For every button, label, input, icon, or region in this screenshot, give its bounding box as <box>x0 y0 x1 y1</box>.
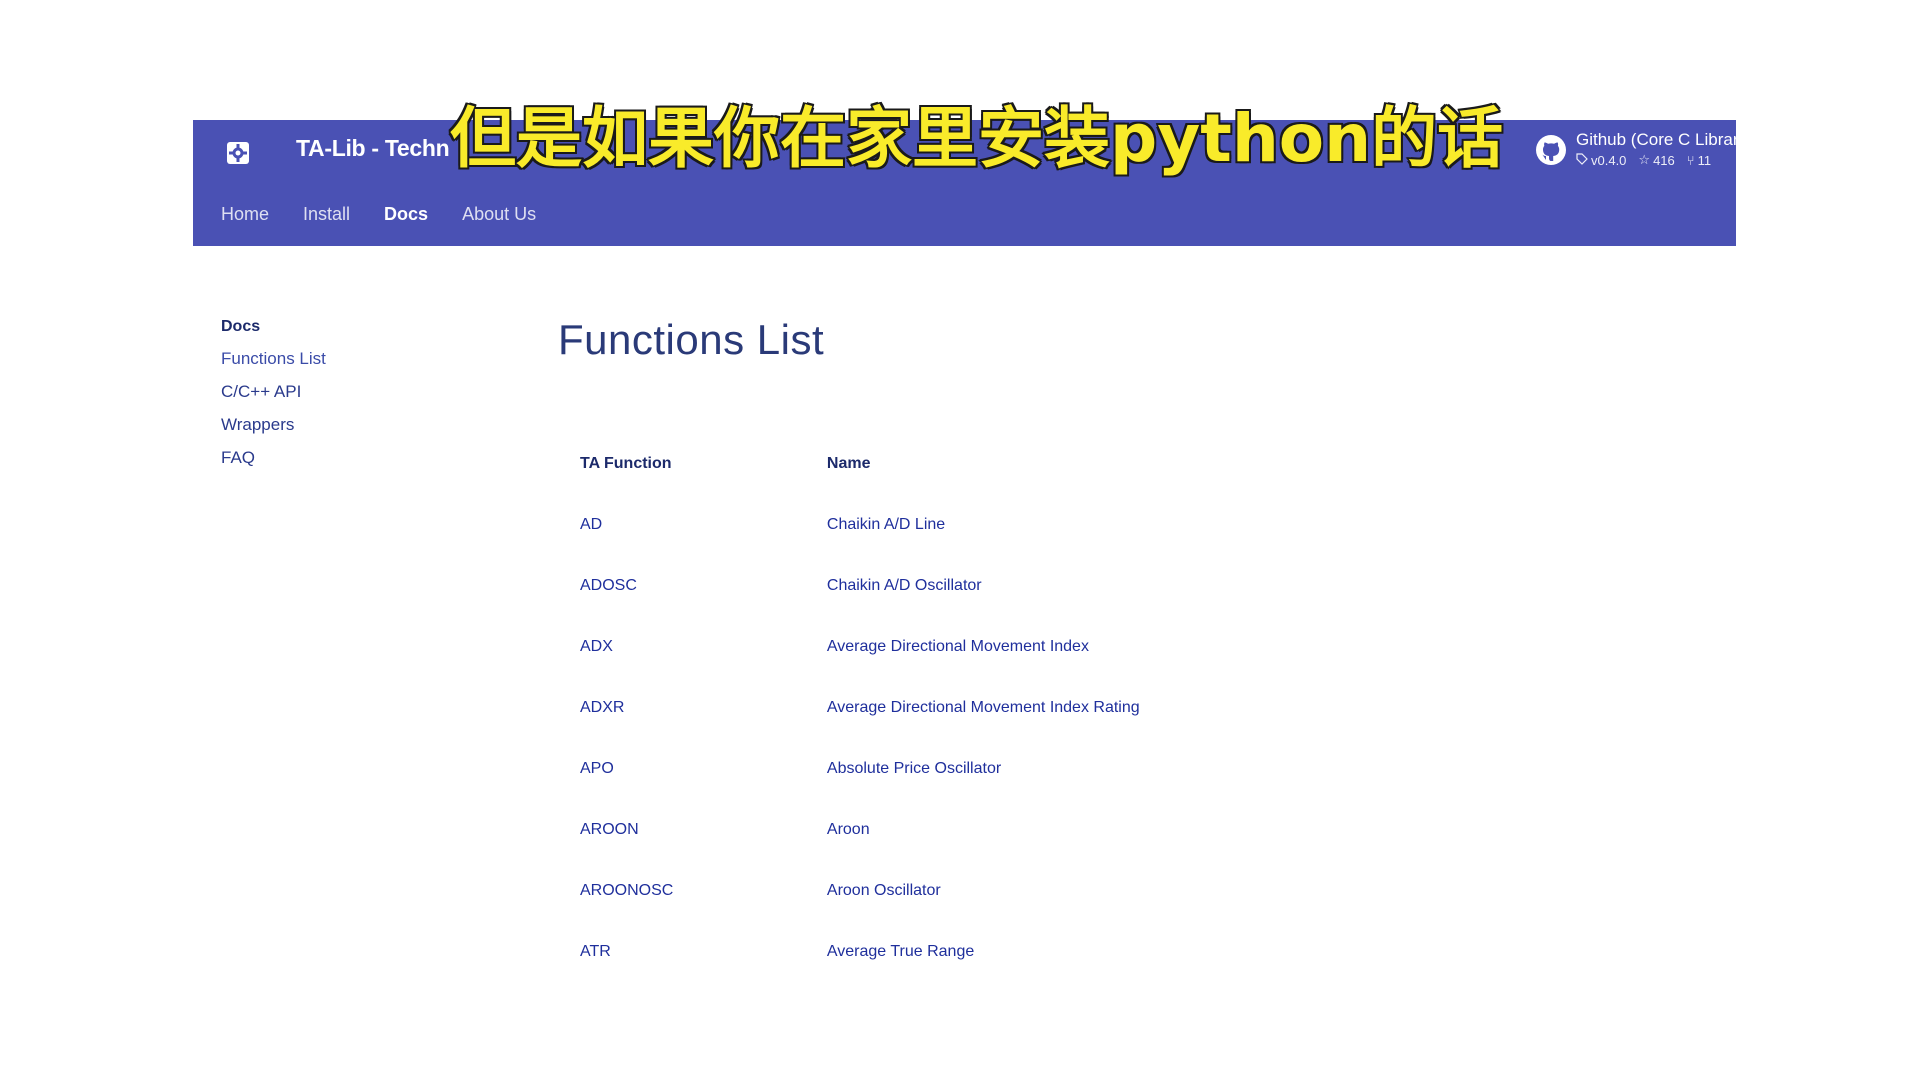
tab-home[interactable]: Home <box>221 204 269 225</box>
top-nav-tabs: Home Install Docs About Us <box>221 204 536 225</box>
table-row: AROON Aroon <box>558 799 1458 860</box>
tab-about-us[interactable]: About Us <box>462 204 536 225</box>
function-name-link[interactable]: Average Directional Movement Index <box>805 616 1458 677</box>
table-row: APO Absolute Price Oscillator <box>558 738 1458 799</box>
sidebar-item-wrappers[interactable]: Wrappers <box>221 415 326 435</box>
function-name-link[interactable]: Average True Range <box>805 921 1458 982</box>
table-row: AD Chaikin A/D Line <box>558 494 1458 555</box>
function-name-link[interactable]: Aroon <box>805 799 1458 860</box>
repo-name: Github (Core C Library <box>1576 130 1736 149</box>
function-code-link[interactable]: AROON <box>558 799 805 860</box>
function-name-link[interactable]: Absolute Price Oscillator <box>805 738 1458 799</box>
repo-facts: v0.4.0 ☆ 416 ⑂ 11 <box>1576 152 1711 168</box>
function-code-link[interactable]: AROONOSC <box>558 860 805 921</box>
repo-forks-count: 11 <box>1697 152 1712 168</box>
table-row: ADOSC Chaikin A/D Oscillator <box>558 555 1458 616</box>
sidebar-item-faq[interactable]: FAQ <box>221 448 326 468</box>
column-header-ta-function: TA Function <box>580 455 672 472</box>
function-code-link[interactable]: AD <box>558 494 805 555</box>
table-row: ADXR Average Directional Movement Index … <box>558 677 1458 738</box>
repo-forks: ⑂ 11 <box>1687 152 1711 168</box>
sidebar-item-functions-list[interactable]: Functions List <box>221 349 326 369</box>
repo-version: v0.4.0 <box>1576 152 1626 168</box>
site-title[interactable]: TA-Lib - Techn <box>296 135 450 162</box>
github-icon <box>1535 134 1567 171</box>
function-name-link[interactable]: Average Directional Movement Index Ratin… <box>805 677 1458 738</box>
table-header-row: TA Function Name <box>558 434 1458 494</box>
table-row: AROONOSC Aroon Oscillator <box>558 860 1458 921</box>
function-name-link[interactable]: Chaikin A/D Oscillator <box>805 555 1458 616</box>
function-code-link[interactable]: ADX <box>558 616 805 677</box>
table-row: ATR Average True Range <box>558 921 1458 982</box>
function-code-link[interactable]: ADXR <box>558 677 805 738</box>
function-code-link[interactable]: APO <box>558 738 805 799</box>
function-name-link[interactable]: Chaikin A/D Line <box>805 494 1458 555</box>
repo-link[interactable]: Github (Core C Library v0.4.0 ☆ 416 ⑂ 11 <box>1535 130 1736 176</box>
gear-icon[interactable] <box>221 136 255 170</box>
repo-stars: ☆ 416 <box>1638 152 1674 168</box>
video-subtitle-caption: 但是如果你在家里安装python的话 <box>448 99 1504 179</box>
column-header-name: Name <box>826 455 871 472</box>
sidebar-heading[interactable]: Docs <box>221 318 326 336</box>
main-content: Functions List TA Function Name AD Chaik… <box>558 316 1458 960</box>
table-row: ADX Average Directional Movement Index <box>558 616 1458 677</box>
star-icon: ☆ <box>1638 152 1651 167</box>
tag-icon <box>1576 152 1588 168</box>
function-name-link[interactable]: Aroon Oscillator <box>805 860 1458 921</box>
fork-icon: ⑂ <box>1686 152 1695 168</box>
functions-table: TA Function Name AD Chaikin A/D Line ADO… <box>558 434 1458 982</box>
sidebar-item-c-cpp-api[interactable]: C/C++ API <box>221 382 326 402</box>
docs-sidebar: Docs Functions List C/C++ API Wrappers F… <box>221 318 326 481</box>
function-code-link[interactable]: ADOSC <box>558 555 805 616</box>
function-code-link[interactable]: ATR <box>558 921 805 982</box>
repo-version-label: v0.4.0 <box>1591 152 1627 168</box>
repo-stars-count: 416 <box>1653 152 1675 168</box>
page-title: Functions List <box>558 316 825 363</box>
tab-install[interactable]: Install <box>303 204 350 225</box>
tab-docs[interactable]: Docs <box>384 204 428 225</box>
